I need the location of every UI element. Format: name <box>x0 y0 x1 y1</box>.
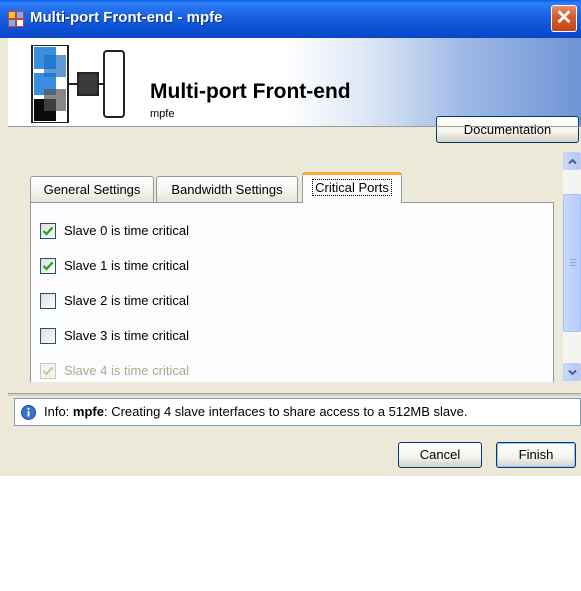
tab-general-settings[interactable]: General Settings <box>30 176 154 202</box>
dialog-window: Multi-port Front-end - mpfe ✕ Multi-port… <box>0 0 581 591</box>
grip-line <box>570 262 576 263</box>
finish-button[interactable]: Finish <box>496 442 576 468</box>
info-component: mpfe <box>72 404 104 419</box>
checkbox-box[interactable] <box>40 293 56 309</box>
checkmark-icon <box>42 226 54 236</box>
checkbox-box[interactable] <box>40 328 56 344</box>
checkbox-label: Slave 2 is time critical <box>64 293 189 308</box>
info-message: : Creating 4 slave interfaces to share a… <box>103 404 468 419</box>
header-title: Multi-port Front-end <box>150 80 351 103</box>
header-separator <box>8 126 581 127</box>
header-banner: Multi-port Front-end mpfe <box>8 38 581 126</box>
info-message-bar: Info: mpfe: Creating 4 slave interfaces … <box>14 398 581 426</box>
scroll-thumb[interactable] <box>563 194 581 332</box>
scroll-down-button[interactable] <box>563 363 581 381</box>
info-text: Info: mpfe: Creating 4 slave interfaces … <box>44 404 467 419</box>
mpfe-logo-icon <box>31 45 125 123</box>
info-icon <box>21 405 36 420</box>
checkbox-box[interactable] <box>40 258 56 274</box>
checkbox-label: Slave 3 is time critical <box>64 328 189 343</box>
chevron-down-icon <box>568 369 577 376</box>
checkmark-icon <box>42 366 54 376</box>
tab-label: General Settings <box>43 182 141 197</box>
checkbox-box <box>40 363 56 379</box>
close-button[interactable]: ✕ <box>551 5 577 32</box>
chevron-up-icon <box>568 158 577 165</box>
title-bar[interactable]: Multi-port Front-end - mpfe ✕ <box>0 0 581 38</box>
checkbox-label: Slave 1 is time critical <box>64 258 189 273</box>
empty-area <box>0 476 581 591</box>
cancel-button[interactable]: Cancel <box>398 442 482 468</box>
grip-line <box>570 259 576 260</box>
documentation-button[interactable]: Documentation <box>436 116 579 143</box>
tab-critical-ports[interactable]: Critical Ports <box>302 172 402 203</box>
header-subtitle: mpfe <box>150 108 175 120</box>
info-prefix: Info: <box>44 404 73 419</box>
tab-bandwidth-settings[interactable]: Bandwidth Settings <box>156 176 298 202</box>
app-icon <box>8 11 24 27</box>
vertical-scrollbar[interactable] <box>563 152 581 381</box>
close-icon: ✕ <box>555 7 573 29</box>
footer-separator <box>8 393 581 396</box>
window-title: Multi-port Front-end - mpfe <box>30 9 223 26</box>
scroll-up-button[interactable] <box>563 152 581 170</box>
checkbox-label: Slave 4 is time critical <box>64 363 189 378</box>
tab-label: Critical Ports <box>312 179 392 196</box>
checkbox-label: Slave 0 is time critical <box>64 223 189 238</box>
checkbox-box[interactable] <box>40 223 56 239</box>
grip-line <box>570 265 576 266</box>
tab-label: Bandwidth Settings <box>171 182 283 197</box>
checkmark-icon <box>42 261 54 271</box>
